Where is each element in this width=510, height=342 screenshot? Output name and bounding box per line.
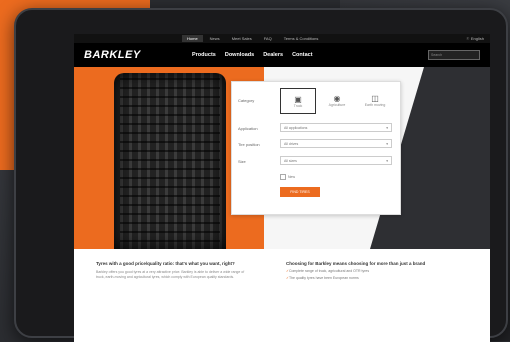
category-agriculture[interactable]: ◉ Agriculture xyxy=(320,88,354,112)
nav-products[interactable]: Products xyxy=(192,52,216,58)
top-link-terms[interactable]: Terms & Conditions xyxy=(279,35,324,42)
size-value: All sizes xyxy=(284,158,297,163)
logo-text: ARKLEY xyxy=(92,49,141,61)
main-navigation: BARKLEY Products Downloads Dealers Conta… xyxy=(74,43,490,67)
nav-links: Products Downloads Dealers Contact xyxy=(192,52,313,58)
language-selector[interactable]: ⚐ English xyxy=(466,36,484,41)
chevron-down-icon: ▾ xyxy=(386,141,388,146)
new-checkbox[interactable]: New xyxy=(280,174,295,180)
tire-position-select[interactable]: All drives ▾ xyxy=(280,139,392,148)
category-truck-label: Truck xyxy=(293,103,303,108)
chevron-down-icon: ▾ xyxy=(386,158,388,163)
info-section: Tyres with a good price/quality ratio: t… xyxy=(74,249,490,293)
top-utility-bar: Home News Meet Sales FAQ Terms & Conditi… xyxy=(74,34,490,43)
category-earth-moving-label: Earth moving xyxy=(364,102,386,107)
tire-finder-panel: Category ▣ Truck ◉ Agriculture ◫ Earth m… xyxy=(231,81,401,215)
nav-downloads[interactable]: Downloads xyxy=(225,52,254,58)
hero-section: Category ▣ Truck ◉ Agriculture ◫ Earth m… xyxy=(74,67,490,249)
tablet-screen: Home News Meet Sales FAQ Terms & Conditi… xyxy=(74,34,490,342)
nav-contact[interactable]: Contact xyxy=(292,52,312,58)
category-options: ▣ Truck ◉ Agriculture ◫ Earth moving xyxy=(280,88,392,114)
tablet-frame: Home News Meet Sales FAQ Terms & Conditi… xyxy=(14,8,508,342)
category-agriculture-label: Agriculture xyxy=(328,102,346,107)
info-right-title: Choosing for Barkley means choosing for … xyxy=(286,261,426,266)
application-value: All applications xyxy=(284,125,308,130)
chevron-down-icon: ▾ xyxy=(386,125,388,130)
tire-position-value: All drives xyxy=(284,141,299,146)
top-link-news[interactable]: News xyxy=(205,35,225,42)
size-label: Size xyxy=(238,159,246,164)
top-link-meet-sales[interactable]: Meet Sales xyxy=(227,35,257,42)
tire-position-label: Tire position xyxy=(238,142,260,147)
nav-dealers[interactable]: Dealers xyxy=(263,52,283,58)
search-input[interactable]: Search xyxy=(428,50,480,60)
find-tires-button[interactable]: FIND TIRES xyxy=(280,187,320,197)
info-right-column: Choosing for Barkley means choosing for … xyxy=(286,261,436,281)
info-right-item: Complete range of truck, agricultural an… xyxy=(286,269,436,274)
category-truck[interactable]: ▣ Truck xyxy=(280,88,316,114)
tire-image xyxy=(114,73,226,249)
category-label: Category xyxy=(238,98,255,103)
brand-logo[interactable]: BARKLEY xyxy=(84,49,192,61)
info-left-column: Tyres with a good price/quality ratio: t… xyxy=(96,261,246,281)
top-links: Home News Meet Sales FAQ Terms & Conditi… xyxy=(182,35,323,42)
top-link-home[interactable]: Home xyxy=(182,35,203,42)
category-earth-moving[interactable]: ◫ Earth moving xyxy=(358,88,392,112)
top-link-faq[interactable]: FAQ xyxy=(259,35,277,42)
info-left-text: Barkley offers you good tyres at a very … xyxy=(96,269,245,279)
loader-icon: ◫ xyxy=(371,93,379,103)
info-right-item: The quality tyres have been European nor… xyxy=(286,276,436,281)
truck-icon: ▣ xyxy=(294,94,302,104)
tractor-icon: ◉ xyxy=(333,93,341,103)
size-select[interactable]: All sizes ▾ xyxy=(280,156,392,165)
info-left-title: Tyres with a good price/quality ratio: t… xyxy=(96,261,235,266)
application-select[interactable]: All applications ▾ xyxy=(280,123,392,132)
checkbox-box xyxy=(280,174,286,180)
new-checkbox-label: New xyxy=(288,175,296,179)
application-label: Application xyxy=(238,126,258,131)
language-label: English xyxy=(470,36,484,41)
